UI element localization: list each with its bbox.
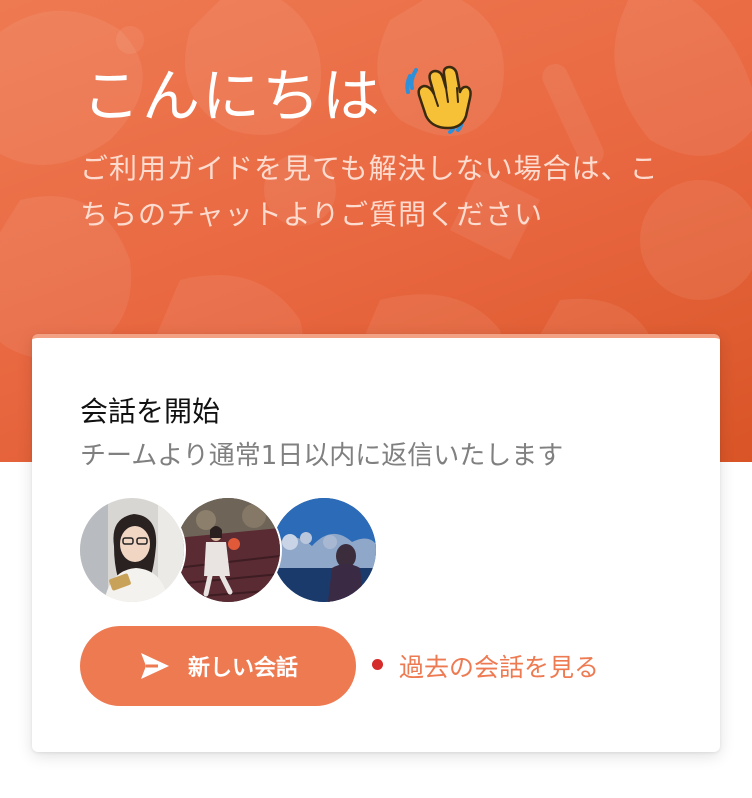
greeting-title: こんにちは xyxy=(82,58,476,134)
card-title: 会話を開始 xyxy=(80,395,221,428)
avatar xyxy=(78,496,186,604)
header-subtitle: ご利用ガイドを見ても解決しない場合は、こちらのチャットよりご質問ください xyxy=(80,152,659,231)
avatar xyxy=(174,496,282,604)
send-icon xyxy=(140,653,169,679)
past-conversations-link[interactable]: 過去の会話を見る xyxy=(372,644,599,688)
team-avatars xyxy=(78,496,378,604)
past-conversations-label: 過去の会話を見る xyxy=(399,653,600,682)
unread-indicator xyxy=(372,658,383,670)
new-conversation-label: 新しい会話 xyxy=(187,656,298,681)
new-conversation-button[interactable]: 新しい会話 xyxy=(80,626,356,706)
card-subtitle: チームより通常1日以内に返信いたします xyxy=(80,441,564,471)
greeting-text: こんにちは xyxy=(82,62,383,130)
waving-hand-icon xyxy=(405,65,472,134)
start-conversation-card: 会話を開始 チームより通常1日以内に返信いたします 新しい会話 過去の会話を見る xyxy=(32,334,720,752)
avatar xyxy=(270,496,378,604)
